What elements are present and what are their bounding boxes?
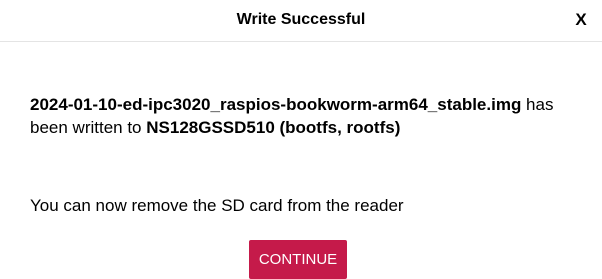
write-result-message: 2024-01-10-ed-ipc3020_raspios-bookworm-a… [30, 93, 586, 139]
image-file-name: 2024-01-10-ed-ipc3020_raspios-bookworm-a… [30, 95, 522, 114]
remove-card-note: You can now remove the SD card from the … [30, 196, 404, 215]
write-successful-dialog: Write Successful X 2024-01-10-ed-ipc3020… [0, 0, 602, 279]
target-device-name: NS128GSSD510 (bootfs, rootfs) [146, 118, 401, 137]
close-button[interactable]: X [570, 8, 592, 32]
dialog-title-bar: Write Successful X [0, 0, 602, 42]
continue-button[interactable]: CONTINUE [249, 240, 347, 279]
dialog-title: Write Successful [236, 11, 366, 28]
